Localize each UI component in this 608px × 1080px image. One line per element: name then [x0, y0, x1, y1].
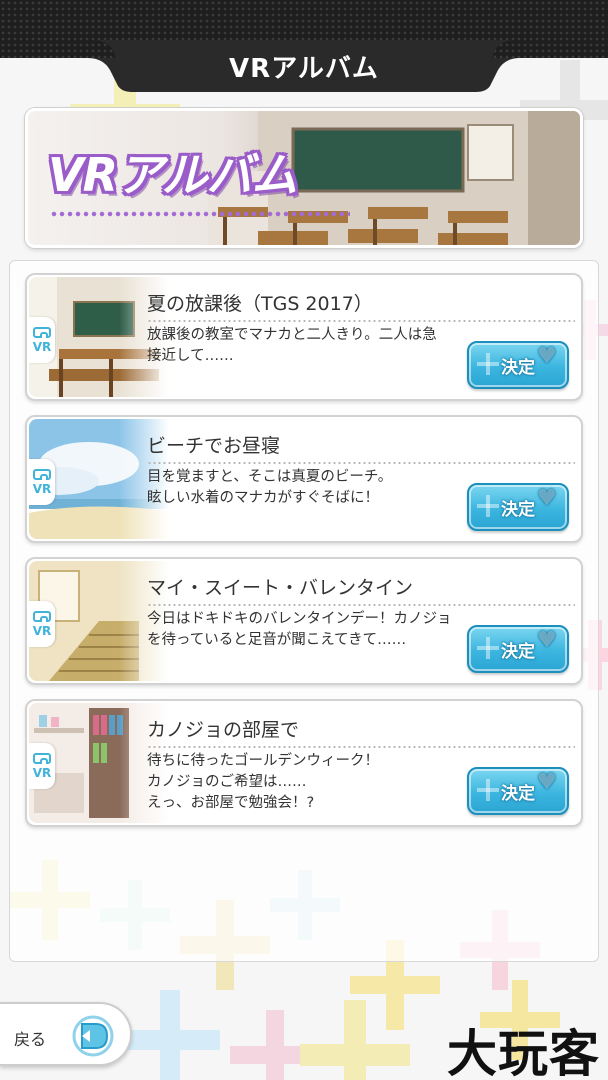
- album-item[interactable]: VR カノジョの部屋で 待ちに待ったゴールデンウィーク！ カノジョのご希望は………: [25, 699, 583, 827]
- vr-badge: VR: [29, 601, 55, 647]
- vr-badge: VR: [29, 317, 55, 363]
- decide-button[interactable]: ♥ 決定: [467, 767, 569, 815]
- back-label: 戻る: [14, 1030, 47, 1049]
- album-item-description: 待ちに待ったゴールデンウィーク！ カノジョのご希望は…… えっ、お部屋で勉強会！…: [147, 753, 379, 811]
- vr-goggles-icon: [33, 469, 51, 480]
- vr-goggles-icon: [33, 611, 51, 622]
- heart-deco-icon: ♥: [537, 770, 557, 795]
- plus-deco-icon: [477, 779, 499, 801]
- album-item-description: 放課後の教室でマナカと二人きり。二人は急 接近して……: [147, 327, 437, 364]
- album-item-title: ビーチでお昼寝: [147, 431, 575, 464]
- decide-button[interactable]: ♥ 決定: [467, 341, 569, 389]
- decide-button[interactable]: ♥ 決定: [467, 625, 569, 673]
- header-bar: VRアルバム: [0, 0, 608, 92]
- album-item-title: 夏の放課後（TGS 2017）: [147, 289, 575, 322]
- back-button[interactable]: 戻る: [0, 1002, 132, 1066]
- vr-badge: VR: [29, 459, 55, 505]
- watermark: 大玩客: [447, 1024, 600, 1080]
- album-item-title: マイ・スイート・バレンタイン: [147, 573, 575, 606]
- album-item[interactable]: VR ビーチでお昼寝 目を覚ますと、そこは真夏のビーチ。 眩しい水着のマナカがす…: [25, 415, 583, 543]
- back-arrow-icon: [72, 1015, 114, 1057]
- album-item-title: カノジョの部屋で: [147, 715, 575, 748]
- heart-deco-icon: ♥: [537, 628, 557, 653]
- album-item[interactable]: VR マイ・スイート・バレンタイン 今日はドキドキのバレンタインデー！カノジョ …: [25, 557, 583, 685]
- album-item[interactable]: VR 夏の放課後（TGS 2017） 放課後の教室でマナカと二人きり。二人は急 …: [25, 273, 583, 401]
- heart-deco-icon: ♥: [537, 486, 557, 511]
- album-item-description: 目を覚ますと、そこは真夏のビーチ。 眩しい水着のマナカがすぐそばに！: [147, 469, 393, 506]
- plus-deco-icon: [477, 637, 499, 659]
- banner-title: VRアルバム: [48, 148, 298, 202]
- album-banner: VRアルバム: [25, 108, 583, 248]
- plus-deco-icon: [477, 353, 499, 375]
- decide-button[interactable]: ♥ 決定: [467, 483, 569, 531]
- heart-deco-icon: ♥: [537, 344, 557, 369]
- vr-goggles-icon: [33, 753, 51, 764]
- page-title: VRアルバム: [229, 54, 379, 84]
- vr-goggles-icon: [33, 327, 51, 338]
- vr-badge: VR: [29, 743, 55, 789]
- plus-deco-icon: [477, 495, 499, 517]
- banner-dotted-line: [50, 211, 350, 217]
- album-item-description: 今日はドキドキのバレンタインデー！カノジョ を待っていると足音が聞こえてきて……: [147, 611, 452, 648]
